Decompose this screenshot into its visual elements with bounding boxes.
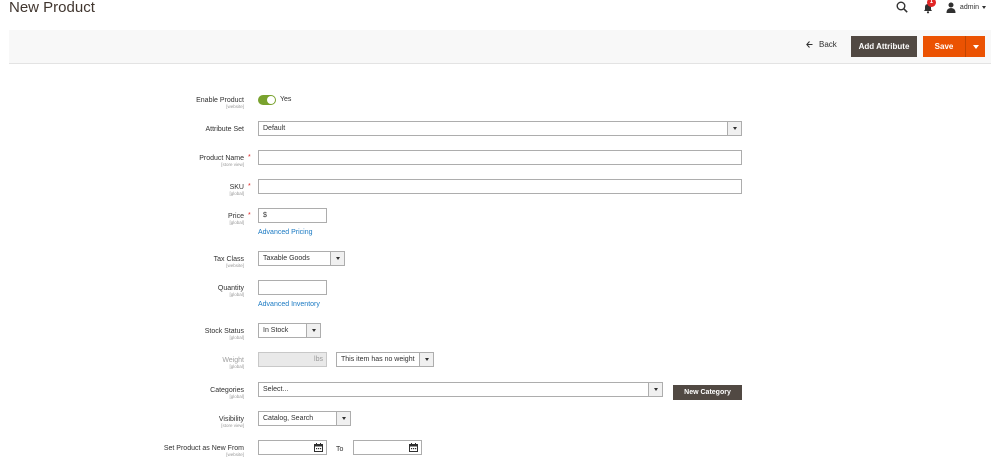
chevron-down-icon [336,412,350,425]
stock-status-select[interactable]: In Stock [258,323,321,338]
required-marker: * [248,212,251,219]
advanced-inventory-link[interactable]: Advanced Inventory [258,301,320,308]
categories-placeholder: Select... [263,386,289,393]
notifications-button[interactable]: 1 [922,0,936,14]
weight-scope: [global] [229,364,244,369]
weight-input: lbs [258,352,327,367]
enable-product-toggle[interactable] [258,95,276,105]
price-currency-prefix: $ [263,212,267,219]
weight-unit: lbs [314,356,323,363]
tax-class-select[interactable]: Taxable Goods [258,251,345,266]
header-tools: 1 admin [896,0,986,14]
new-from-scope: [website] [226,452,244,457]
enable-product-scope: [website] [226,104,244,109]
chevron-down-icon[interactable] [982,5,986,9]
product-name-input[interactable] [258,150,742,165]
chevron-down-icon [306,324,320,337]
chevron-down-icon [648,383,662,396]
required-marker: * [248,183,251,190]
visibility-scope: [store view] [221,423,244,428]
save-options-toggle[interactable] [965,36,985,57]
sku-input[interactable] [258,179,742,194]
new-from-date-input[interactable] [258,440,327,455]
new-to-date-input[interactable] [353,440,422,455]
stock-status-value: In Stock [263,327,289,334]
categories-select[interactable]: Select... [258,382,663,397]
new-to-label: To [336,446,344,453]
user-icon[interactable] [946,2,956,13]
attribute-set-value: Default [263,125,286,132]
price-input[interactable]: $ [258,208,327,223]
notification-badge: 1 [926,0,936,7]
page-actions-bar: Back Add Attribute Save [9,30,991,64]
page-header: New Product 1 admin [0,0,1000,30]
arrow-left-icon [806,41,813,48]
quantity-input[interactable] [258,280,327,295]
save-button[interactable]: Save [923,36,965,57]
price-scope: [global] [229,220,244,225]
attribute-set-select[interactable]: Default [258,121,742,136]
add-attribute-button[interactable]: Add Attribute [851,36,917,57]
tax-class-scope: [website] [226,263,244,268]
enable-product-value: Yes [280,96,292,103]
search-icon[interactable] [896,1,908,13]
tax-class-value: Taxable Goods [263,255,310,262]
product-name-scope: [store view] [221,162,244,167]
quantity-scope: [global] [229,292,244,297]
chevron-down-icon [330,252,344,265]
page-title: New Product [9,0,95,16]
chevron-down-icon [727,122,741,135]
attribute-set-label: Attribute Set [205,126,244,133]
new-category-button[interactable]: New Category [673,385,742,400]
categories-scope: [global] [229,394,244,399]
calendar-icon[interactable] [409,443,418,452]
sku-scope: [global] [229,191,244,196]
stock-status-scope: [global] [229,335,244,340]
back-button[interactable]: Back [806,40,837,49]
visibility-value: Catalog, Search [263,415,314,422]
visibility-select[interactable]: Catalog, Search [258,411,351,426]
chevron-down-icon [419,353,433,366]
weight-type-select[interactable]: This item has no weight [336,352,434,367]
user-menu-label[interactable]: admin [960,4,979,11]
back-button-label: Back [819,40,837,49]
calendar-icon[interactable] [314,443,323,452]
required-marker: * [248,154,251,161]
chevron-down-icon [972,44,979,49]
advanced-pricing-link[interactable]: Advanced Pricing [258,229,312,236]
weight-type-value: This item has no weight [341,356,415,363]
